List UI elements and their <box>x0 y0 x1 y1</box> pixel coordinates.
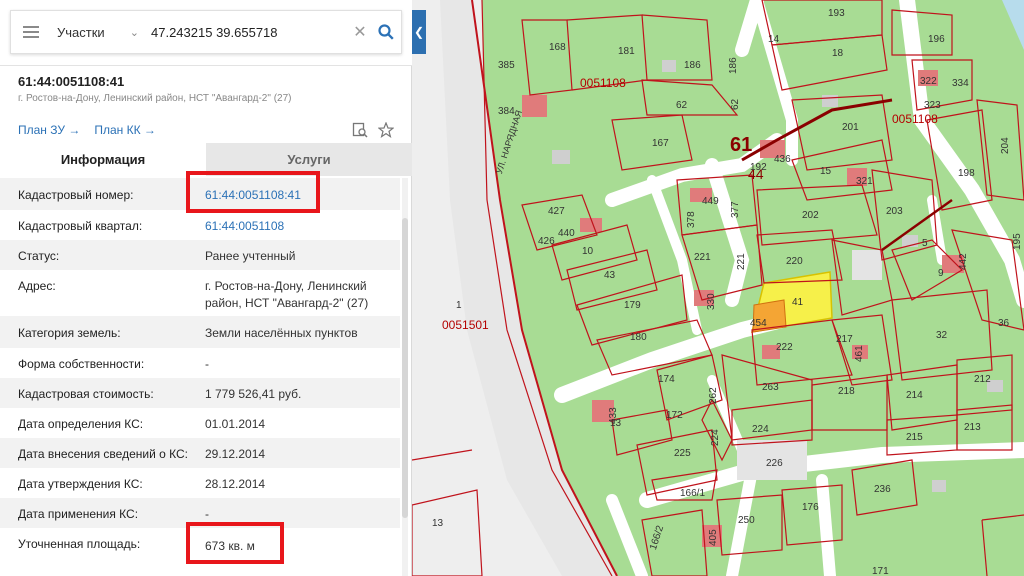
info-value: 1 779 526,41 руб. <box>205 387 302 401</box>
info-value: Земли населённых пунктов <box>205 326 358 340</box>
clear-icon[interactable]: ✕ <box>349 10 371 54</box>
info-label: Кадастровый квартал: <box>18 219 143 233</box>
tab-information[interactable]: Информация <box>0 143 206 176</box>
tab-services[interactable]: Услуги <box>206 143 412 176</box>
info-label: Дата утверждения КС: <box>18 477 143 491</box>
info-value: - <box>205 507 209 521</box>
menu-icon[interactable] <box>11 10 51 54</box>
info-row: Дата утверждения КС: 28.12.2014 <box>0 468 400 498</box>
info-label: Кадастровый номер: <box>18 188 134 202</box>
info-label: Дата применения КС: <box>18 507 139 521</box>
document-search-icon[interactable] <box>352 122 368 138</box>
object-header: 61:44:0051108:41 г. Ростов-на-Дону, Лени… <box>0 66 412 104</box>
info-row: Дата определения КС: 01.01.2014 <box>0 408 400 438</box>
info-row: Кадастровый номер: 61:44:0051108:41 <box>0 178 400 210</box>
info-label: Категория земель: <box>18 326 121 340</box>
search-button[interactable] <box>371 10 401 54</box>
info-row: Кадастровая стоимость: 1 779 526,41 руб. <box>0 378 400 408</box>
info-row: Уточненная площадь: 673 кв. м <box>0 528 400 564</box>
info-value: 28.12.2014 <box>205 477 266 491</box>
object-address: г. Ростов-на-Дону, Ленинский район, НСТ … <box>18 93 292 104</box>
info-label: Дата определения КС: <box>18 417 144 431</box>
plan-links: План ЗУ → План КК → <box>18 122 394 138</box>
cadastral-quarter-link[interactable]: 61:44:0051108 <box>205 218 395 235</box>
scrollbar[interactable] <box>402 178 408 576</box>
info-label: Форма собственности: <box>18 357 145 371</box>
chevron-down-icon: ⌄ <box>129 26 139 39</box>
info-value: г. Ростов-на-Дону, Ленинский район, НСТ … <box>205 279 369 310</box>
info-row: Статус: Ранее учтенный <box>0 240 400 270</box>
info-row: Форма собственности: - <box>0 348 400 378</box>
plan-actions <box>352 122 394 138</box>
search-icon <box>378 24 394 40</box>
info-label: Дата внесения сведений о КС: <box>18 447 188 461</box>
info-label: Адрес: <box>18 279 56 293</box>
info-value: 29.12.2014 <box>205 447 266 461</box>
info-value: 01.01.2014 <box>205 417 266 431</box>
search-input[interactable] <box>147 12 349 52</box>
object-number: 61:44:0051108:41 <box>18 74 125 89</box>
plan-kk-link[interactable]: План КК → <box>94 123 156 137</box>
plan-zu-link[interactable]: План ЗУ → <box>18 123 80 137</box>
info-panel: Участки ⌄ ✕ 61:44:0051108:41 г. Ростов-н… <box>0 0 412 576</box>
map-canvas <box>412 0 1024 576</box>
info-label: Кадастровая стоимость: <box>18 387 154 401</box>
info-row: Дата внесения сведений о КС: 29.12.2014 <box>0 438 400 468</box>
scrollbar-thumb[interactable] <box>402 218 408 518</box>
collapse-panel-button[interactable]: ❮ <box>412 10 426 54</box>
info-value: - <box>205 357 209 371</box>
search-bar: Участки ⌄ ✕ <box>0 0 412 66</box>
search-type-select[interactable]: Участки ⌄ <box>51 10 147 54</box>
info-row: Адрес: г. Ростов-на-Дону, Ленинский райо… <box>0 270 400 316</box>
info-row: Кадастровый квартал: 61:44:0051108 <box>0 210 400 240</box>
info-row: Дата применения КС: - <box>0 498 400 528</box>
search-box: Участки ⌄ ✕ <box>10 10 402 54</box>
cadastral-number-link[interactable]: 61:44:0051108:41 <box>205 187 395 204</box>
panel-tabs: Информация Услуги <box>0 143 412 176</box>
search-type-label: Участки <box>57 24 105 40</box>
info-row: Категория земель: Земли населённых пункт… <box>0 316 400 348</box>
info-value: 673 кв. м <box>205 539 255 553</box>
info-value: Ранее учтенный <box>205 249 296 263</box>
info-label: Статус: <box>18 249 60 263</box>
info-label: Уточненная площадь: <box>18 537 141 551</box>
star-icon[interactable] <box>378 122 394 138</box>
cadastral-map[interactable]: 0051108 0051108 0051501 1 61 44 УЛ. НАРЯ… <box>412 0 1024 576</box>
